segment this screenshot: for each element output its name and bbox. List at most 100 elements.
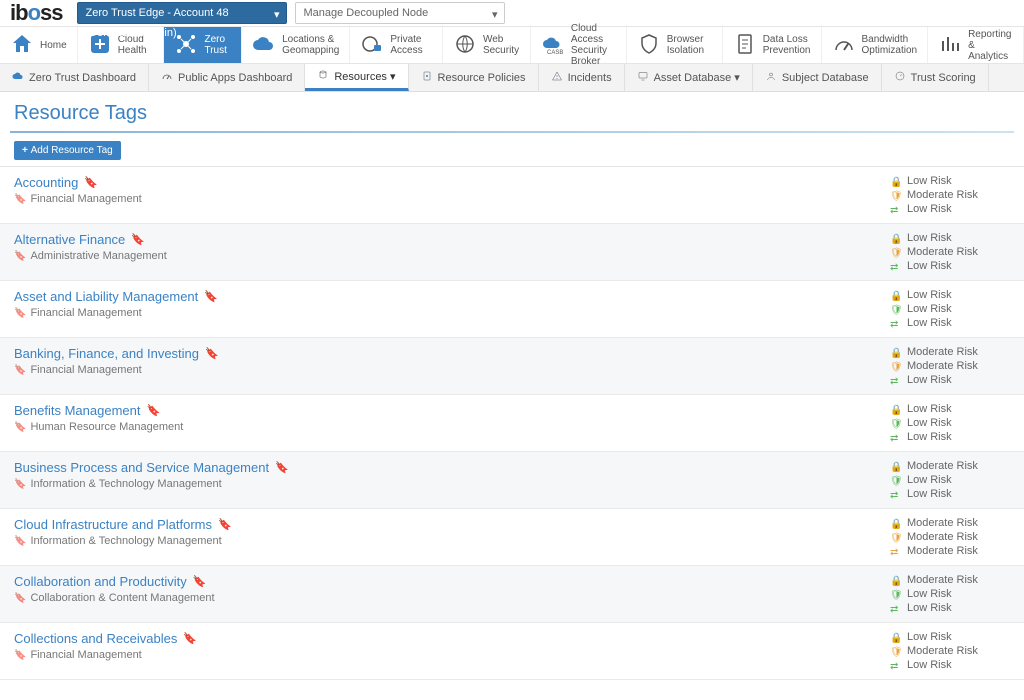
risk-indicator: Low Risk [890,417,1010,429]
svg-text:CASB: CASB [547,50,563,56]
subnav-resources-[interactable]: Resources ▾ [305,64,408,91]
nav-private-access[interactable]: Private Access [350,27,443,63]
risk-column: Moderate RiskModerate RiskModerate Risk [890,517,1010,557]
tag-name[interactable]: Cloud Infrastructure and Platforms🔖 [14,517,232,532]
tag-name[interactable]: Accounting🔖 [14,175,142,190]
risk-icon [890,204,901,215]
risk-icon [890,603,901,614]
subnav-public-apps-dashboard[interactable]: Public Apps Dashboard [149,64,305,91]
bookmark-icon: 🔖 [183,632,197,645]
tag-name[interactable]: Banking, Finance, and Investing🔖 [14,346,219,361]
nav-label: Web Security [483,34,520,56]
risk-icon [890,489,901,500]
nav-locations-geomapping[interactable]: Locations & Geomapping [242,27,350,63]
risk-icon [890,646,901,657]
row-info: Business Process and Service Management🔖… [14,460,289,500]
subnav-label: Resource Policies [438,72,526,84]
risk-indicator: Low Risk [890,659,1010,671]
subnav-asset-database-[interactable]: Asset Database ▾ [625,64,753,91]
bookmark-icon: 🔖 [193,575,207,588]
nav-label: Locations & Geomapping [282,34,339,56]
risk-column: Moderate RiskLow RiskLow Risk [890,574,1010,614]
risk-column: Low RiskModerate RiskLow Risk [890,175,1010,215]
risk-column: Low RiskModerate RiskLow Risk [890,631,1010,671]
tag-name[interactable]: Benefits Management🔖 [14,403,183,418]
risk-indicator: Moderate Risk [890,346,1010,358]
risk-indicator: Low Risk [890,602,1010,614]
row-info: Alternative Finance🔖Administrative Manag… [14,232,167,272]
resource-tag-row[interactable]: Collections and Receivables🔖 Financial Ma… [0,623,1024,680]
tag-name[interactable]: Alternative Finance🔖 [14,232,167,247]
risk-indicator: Low Risk [890,203,1010,215]
risk-icon [890,261,901,272]
tag-category: Financial Management [14,649,197,661]
risk-icon [890,660,901,671]
bookmark-icon: 🔖 [205,347,219,360]
risk-label: Low Risk [907,303,952,315]
nav-data-loss-prevention[interactable]: Data Loss Prevention [723,27,822,63]
nav-label: Cloud Access Security Broker [571,23,616,67]
risk-label: Low Risk [907,431,952,443]
logo: iboss [4,0,69,26]
subnav-subject-database[interactable]: Subject Database [753,64,882,91]
monitor-icon [637,70,649,85]
risk-label: Low Risk [907,588,952,600]
subnav-trust-scoring[interactable]: Trust Scoring [882,64,989,91]
resource-tag-row[interactable]: Alternative Finance🔖Administrative Manag… [0,224,1024,281]
resource-tag-row[interactable]: Benefits Management🔖 Human Resource Manag… [0,395,1024,452]
tag-name[interactable]: Business Process and Service Management🔖 [14,460,289,475]
risk-icon [890,176,901,187]
nav-reporting-analytics[interactable]: Reporting & Analytics [928,27,1024,63]
risk-icon [890,233,901,244]
top-bar: iboss Zero Trust Edge - Account 48 (Dele… [0,0,1024,26]
row-info: Accounting🔖Financial Management [14,175,142,215]
tag-category: Information & Technology Management [14,478,289,490]
resource-tag-row[interactable]: Business Process and Service Management🔖… [0,452,1024,509]
risk-label: Low Risk [907,203,952,215]
subnav-resource-policies[interactable]: Resource Policies [409,64,539,91]
bookmark-icon: 🔖 [275,461,289,474]
tag-name[interactable]: Collections and Receivables🔖 [14,631,197,646]
row-info: Banking, Finance, and Investing🔖Financia… [14,346,219,386]
tag-name[interactable]: Asset and Liability Management🔖 [14,289,218,304]
row-info: Collections and Receivables🔖 Financial Ma… [14,631,197,671]
risk-indicator: Moderate Risk [890,360,1010,372]
tag-category: Human Resource Management [14,421,183,433]
risk-icon [890,575,901,586]
add-resource-tag-button[interactable]: Add Resource Tag [14,141,121,160]
tag-name[interactable]: Collaboration and Productivity🔖 [14,574,215,589]
risk-indicator: Low Risk [890,317,1010,329]
bookmark-icon: 🔖 [131,233,145,246]
subnav-label: Zero Trust Dashboard [29,72,136,84]
nav-browser-isolation[interactable]: Browser Isolation [627,27,723,63]
resource-tag-row[interactable]: Collaboration and Productivity🔖Collabora… [0,566,1024,623]
resource-tag-row[interactable]: Cloud Infrastructure and Platforms🔖 Infor… [0,509,1024,566]
node-select[interactable]: Manage Decoupled Node [295,2,505,24]
risk-column: Moderate RiskModerate RiskLow Risk [890,346,1010,386]
nav-cloud-access-security-broker[interactable]: CASBCloud Access Security Broker [531,27,627,63]
nav-label: Browser Isolation [667,34,712,56]
resource-tag-row[interactable]: Accounting🔖Financial Management Low RiskM… [0,167,1024,224]
tag-category: Information & Technology Management [14,535,232,547]
title-divider [10,131,1014,133]
nav-bandwidth-optimization[interactable]: Bandwidth Optimization [822,27,929,63]
risk-indicator: Moderate Risk [890,531,1010,543]
risk-indicator: Low Risk [890,588,1010,600]
risk-label: Moderate Risk [907,531,978,543]
risk-indicator: Low Risk [890,631,1010,643]
subnav-zero-trust-dashboard[interactable]: Zero Trust Dashboard [0,64,149,91]
risk-icon [890,632,901,643]
risk-icon [890,361,901,372]
shield-icon [637,32,661,59]
risk-indicator: Low Risk [890,488,1010,500]
risk-indicator: Low Risk [890,289,1010,301]
subnav-label: Incidents [568,72,612,84]
nav-web-security[interactable]: Web Security [443,27,531,63]
gauge-icon [832,32,856,59]
row-info: Asset and Liability Management🔖Financial… [14,289,218,329]
resource-tag-row[interactable]: Asset and Liability Management🔖Financial… [0,281,1024,338]
account-select[interactable]: Zero Trust Edge - Account 48 (Delegated … [77,2,287,24]
resource-tag-row[interactable]: Banking, Finance, and Investing🔖Financia… [0,338,1024,395]
subnav-incidents[interactable]: Incidents [539,64,625,91]
nav-home[interactable]: Home [0,27,78,63]
